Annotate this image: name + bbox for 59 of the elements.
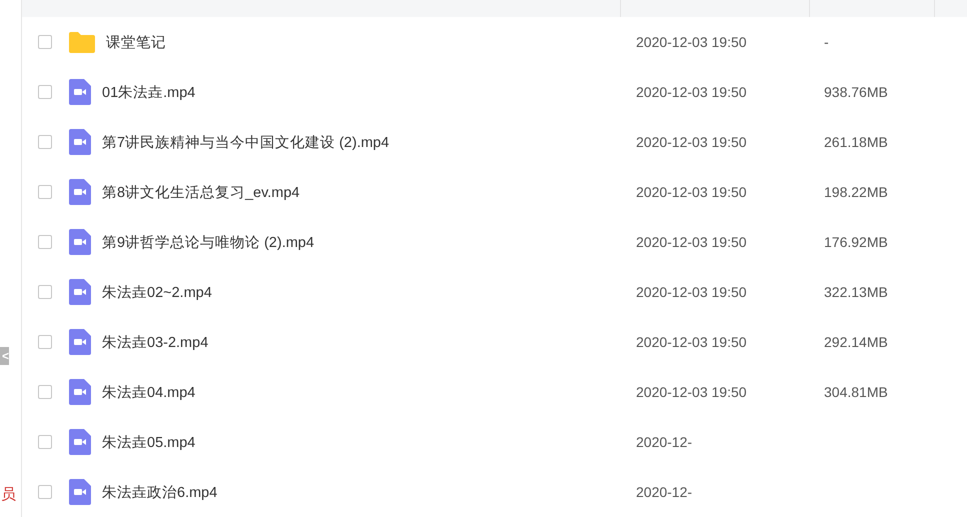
file-row[interactable]: 朱法垚04.mp4 2020-12-03 19:50 304.81MB [22, 367, 967, 417]
modified-time: 2020-12-03 19:50 [636, 334, 747, 350]
video-file-icon [69, 179, 91, 205]
file-size: 322.13MB [824, 284, 888, 300]
file-size: - [824, 34, 829, 50]
file-name: 01朱法垚.mp4 [102, 84, 196, 102]
file-size: 292.14MB [824, 334, 888, 350]
modified-time: 2020-12-03 19:50 [636, 34, 747, 50]
modified-time: 2020-12- [636, 434, 692, 450]
modified-time: 2020-12-03 19:50 [636, 384, 747, 400]
video-file-icon [69, 229, 91, 255]
checkbox[interactable] [38, 285, 52, 299]
checkbox[interactable] [38, 35, 52, 49]
file-size: 198.22MB [824, 184, 888, 200]
file-row[interactable]: 朱法垚政治6.mp4 2020-12- [22, 467, 967, 517]
video-file-icon [69, 329, 91, 355]
file-size: 938.76MB [824, 84, 888, 100]
file-row[interactable]: 第8讲文化生活总复习_ev.mp4 2020-12-03 19:50 198.22MB [22, 167, 967, 217]
modified-time: 2020-12-03 19:50 [636, 84, 747, 100]
file-name: 第7讲民族精神与当今中国文化建设 (2).mp4 [102, 134, 390, 152]
file-row[interactable]: 朱法垚03-2.mp4 2020-12-03 19:50 292.14MB [22, 317, 967, 367]
video-file-icon [69, 79, 91, 105]
folder-icon [69, 31, 95, 53]
checkbox[interactable] [38, 135, 52, 149]
file-name: 朱法垚03-2.mp4 [102, 334, 208, 352]
file-name: 朱法垚04.mp4 [102, 384, 196, 402]
file-row[interactable]: 第9讲哲学总论与唯物论 (2).mp4 2020-12-03 19:50 176.92MB [22, 217, 967, 267]
file-size: 261.18MB [824, 134, 888, 150]
video-file-icon [69, 479, 91, 505]
file-row[interactable]: 朱法垚02~2.mp4 2020-12-03 19:50 322.13MB [22, 267, 967, 317]
video-file-icon [69, 379, 91, 405]
video-file-icon [69, 429, 91, 455]
video-file-icon [69, 279, 91, 305]
checkbox[interactable] [38, 435, 52, 449]
sidebar-text: 员 [1, 486, 16, 504]
modified-time: 2020-12-03 19:50 [636, 134, 747, 150]
modified-time: 2020-12-03 19:50 [636, 234, 747, 250]
file-name: 课堂笔记 [106, 34, 166, 52]
file-row[interactable]: 01朱法垚.mp4 2020-12-03 19:50 938.76MB [22, 67, 967, 117]
modified-time: 2020-12- [636, 484, 692, 500]
file-name: 朱法垚02~2.mp4 [102, 284, 212, 302]
checkbox[interactable] [38, 385, 52, 399]
file-name: 朱法垚政治6.mp4 [102, 484, 218, 502]
checkbox[interactable] [38, 335, 52, 349]
file-row[interactable]: 课堂笔记 2020-12-03 19:50 - [22, 17, 967, 67]
checkbox[interactable] [38, 185, 52, 199]
checkbox[interactable] [38, 485, 52, 499]
file-name: 朱法垚05.mp4 [102, 434, 196, 452]
video-file-icon [69, 129, 91, 155]
checkbox[interactable] [38, 85, 52, 99]
file-name: 第8讲文化生活总复习_ev.mp4 [102, 184, 300, 202]
checkbox[interactable] [38, 235, 52, 249]
modified-time: 2020-12-03 19:50 [636, 184, 747, 200]
file-size: 304.81MB [824, 384, 888, 400]
file-name: 第9讲哲学总论与唯物论 (2).mp4 [102, 234, 314, 252]
modified-time: 2020-12-03 19:50 [636, 284, 747, 300]
file-row[interactable]: 朱法垚05.mp4 2020-12- [22, 417, 967, 467]
file-size: 176.92MB [824, 234, 888, 250]
file-row[interactable]: 第7讲民族精神与当今中国文化建设 (2).mp4 2020-12-03 19:50 261.18MB [22, 117, 967, 167]
